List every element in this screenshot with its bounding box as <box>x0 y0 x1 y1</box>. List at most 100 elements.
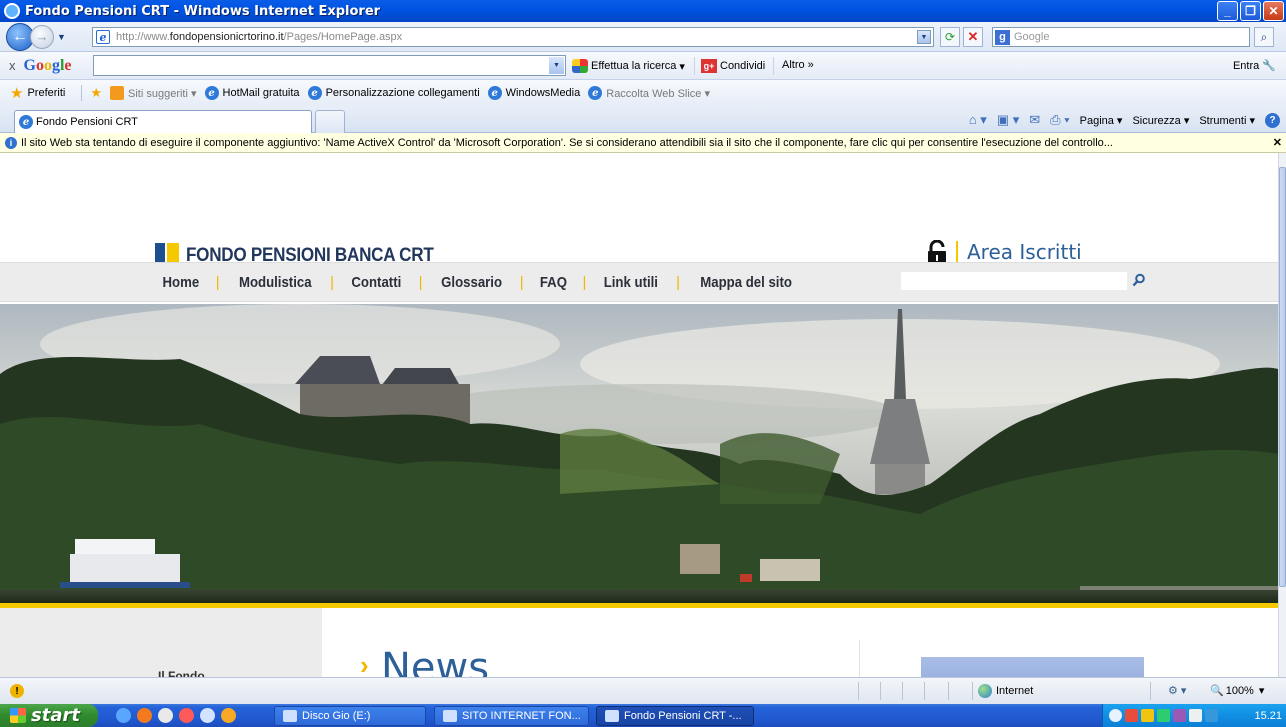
tray-expand-icon[interactable] <box>1109 709 1122 722</box>
address-bar[interactable]: e http://www.fondopensionicrtorino.it/Pa… <box>92 27 934 47</box>
close-toolbar-button[interactable]: x <box>9 58 16 73</box>
close-window-button[interactable]: ✕ <box>1263 1 1284 21</box>
tab-fondo-pensioni[interactable]: e Fondo Pensioni CRT <box>14 110 312 133</box>
windows-taskbar: start Disco Gio (E:) SITO INTERNET FON..… <box>0 704 1286 727</box>
add-favorite-icon[interactable]: ★ <box>90 85 102 101</box>
nav-contatti[interactable]: Contatti <box>351 274 401 291</box>
google-more-button[interactable]: Altro » <box>782 59 814 71</box>
ie-task-icon <box>605 710 619 722</box>
information-bar-message: Il sito Web sta tentando di eseguire il … <box>21 136 1113 149</box>
favorites-button[interactable]: ★ Preferiti <box>10 84 65 102</box>
ie-page-icon: e <box>204 86 219 100</box>
scrollbar-thumb[interactable] <box>1279 167 1286 587</box>
app-quicklaunch-icon[interactable] <box>179 708 194 723</box>
site-search-input[interactable] <box>901 272 1127 290</box>
command-bar: ⌂ ▾ ▣ ▾ ✉ ⎙ ▾ Pagina ▾ Sicurezza ▾ Strum… <box>969 112 1280 128</box>
task-sito-internet[interactable]: SITO INTERNET FON... <box>434 706 589 726</box>
browser-search-box[interactable]: g Google <box>992 27 1250 47</box>
page-icon: e <box>96 30 110 44</box>
right-column-banner[interactable] <box>921 657 1144 677</box>
tray-volume-icon[interactable] <box>1205 709 1218 722</box>
help-icon[interactable]: ? <box>1265 112 1280 128</box>
tools-menu[interactable]: Strumenti ▾ <box>1199 114 1255 127</box>
app2-quicklaunch-icon[interactable] <box>221 708 236 723</box>
mail-icon[interactable]: ✉ <box>1029 112 1040 128</box>
google-search-button[interactable]: Effettua la ricerca ▾ <box>572 59 685 73</box>
suggested-sites-icon <box>110 86 125 100</box>
fav-item-web-slice-gallery[interactable]: e Raccolta Web Slice ▾ <box>588 86 710 100</box>
google-search-input[interactable]: ▼ <box>93 55 566 76</box>
search-placeholder: Google <box>1014 31 1050 43</box>
ie-page-icon: e <box>487 86 502 100</box>
star-icon: ★ <box>10 85 24 102</box>
media-quicklaunch-icon[interactable] <box>158 708 173 723</box>
search-go-button[interactable]: ⌕ <box>1254 27 1274 47</box>
window-controls: _ ❐ ✕ <box>1217 1 1284 21</box>
hero-banner-image <box>0 304 1278 604</box>
page-menu[interactable]: Pagina ▾ <box>1080 114 1123 127</box>
tray-app-icon[interactable] <box>1173 709 1186 722</box>
address-dropdown-button[interactable]: ▼ <box>917 30 931 44</box>
turin-river-landscape-image <box>0 304 1278 604</box>
security-menu[interactable]: Sicurezza ▾ <box>1132 114 1189 127</box>
restore-button[interactable]: ❐ <box>1240 1 1261 21</box>
page-scrollbar[interactable] <box>1278 153 1286 677</box>
google-search-dropdown[interactable]: ▼ <box>549 57 564 74</box>
task-fondo-pensioni[interactable]: Fondo Pensioni CRT -... <box>596 706 754 726</box>
taskbar-clock[interactable]: 15.21 <box>1254 710 1282 722</box>
tray-app-icon[interactable] <box>1157 709 1170 722</box>
fav-item-windowsmedia[interactable]: e WindowsMedia <box>487 86 580 100</box>
recent-pages-dropdown[interactable]: ▼ <box>57 32 66 42</box>
status-bar: ! Internet ⚙ ▾ 🔍 100% ▾ <box>0 677 1286 704</box>
document-icon <box>443 710 457 722</box>
fav-item-hotmail[interactable]: e HotMail gratuita <box>204 86 300 100</box>
ie-page-icon: e <box>19 115 33 129</box>
stop-button[interactable]: ✕ <box>963 27 983 47</box>
nav-faq[interactable]: FAQ <box>540 274 567 291</box>
home-icon[interactable]: ⌂ ▾ <box>969 112 987 128</box>
nav-home[interactable]: Home <box>163 274 200 291</box>
security-zone[interactable]: Internet <box>978 684 1033 698</box>
zoom-control[interactable]: 🔍 100% ▾ <box>1210 684 1264 698</box>
nav-glossario[interactable]: Glossario <box>441 274 502 291</box>
tray-app-icon[interactable] <box>1125 709 1138 722</box>
task-disco-gio[interactable]: Disco Gio (E:) <box>274 706 426 726</box>
minimize-button[interactable]: _ <box>1217 1 1238 21</box>
print-icon[interactable]: ⎙ ▾ <box>1050 112 1069 128</box>
zoom-icon: 🔍 <box>1210 685 1224 697</box>
drive-icon <box>283 710 297 722</box>
ie-page-icon: e <box>307 86 322 100</box>
share-icon: g+ <box>701 59 717 73</box>
information-bar[interactable]: i Il sito Web sta tentando di eseguire i… <box>0 133 1286 153</box>
globe-icon <box>978 684 992 698</box>
google-logo[interactable]: Google <box>24 57 72 75</box>
fav-item-customize-links[interactable]: e Personalizzazione collegamenti <box>307 86 480 100</box>
music-quicklaunch-icon[interactable] <box>200 708 215 723</box>
feeds-icon[interactable]: ▣ ▾ <box>997 112 1019 128</box>
google-signin-button[interactable]: Entra 🔧 <box>1233 59 1276 72</box>
ie-logo-icon <box>4 3 20 19</box>
nav-mappa-del-sito[interactable]: Mappa del sito <box>700 274 792 291</box>
tray-app-icon[interactable] <box>1141 709 1154 722</box>
google-share-button[interactable]: g+ Condividi <box>701 59 765 73</box>
warning-icon[interactable]: ! <box>10 684 24 698</box>
protected-mode-icon[interactable]: ⚙ ▾ <box>1168 684 1186 697</box>
fav-item-suggested-sites[interactable]: Siti suggeriti ▾ <box>110 86 197 100</box>
firefox-quicklaunch-icon[interactable] <box>137 708 152 723</box>
new-tab-button[interactable] <box>315 110 345 133</box>
search-icon[interactable] <box>1132 273 1146 287</box>
close-infobar-button[interactable]: ✕ <box>1273 136 1282 149</box>
tray-network-icon[interactable] <box>1189 709 1202 722</box>
forward-button[interactable]: → <box>30 24 54 49</box>
wrench-icon: 🔧 <box>1262 60 1276 72</box>
window-title-bar[interactable]: Fondo Pensioni CRT - Windows Internet Ex… <box>0 0 1286 22</box>
column-divider <box>859 640 860 680</box>
area-iscritti-link[interactable]: Area Iscritti <box>967 240 1082 264</box>
start-button[interactable]: start <box>0 704 98 727</box>
favorites-bar: ★ Preferiti ★ Siti suggeriti ▾ e HotMail… <box>0 80 1286 106</box>
refresh-button[interactable]: ⟳ <box>940 27 960 47</box>
nav-link-utili[interactable]: Link utili <box>604 274 658 291</box>
nav-modulistica[interactable]: Modulistica <box>239 274 312 291</box>
address-row: ← → ▼ e http://www.fondopensionicrtorino… <box>0 22 1286 52</box>
ie-quicklaunch-icon[interactable] <box>116 708 131 723</box>
